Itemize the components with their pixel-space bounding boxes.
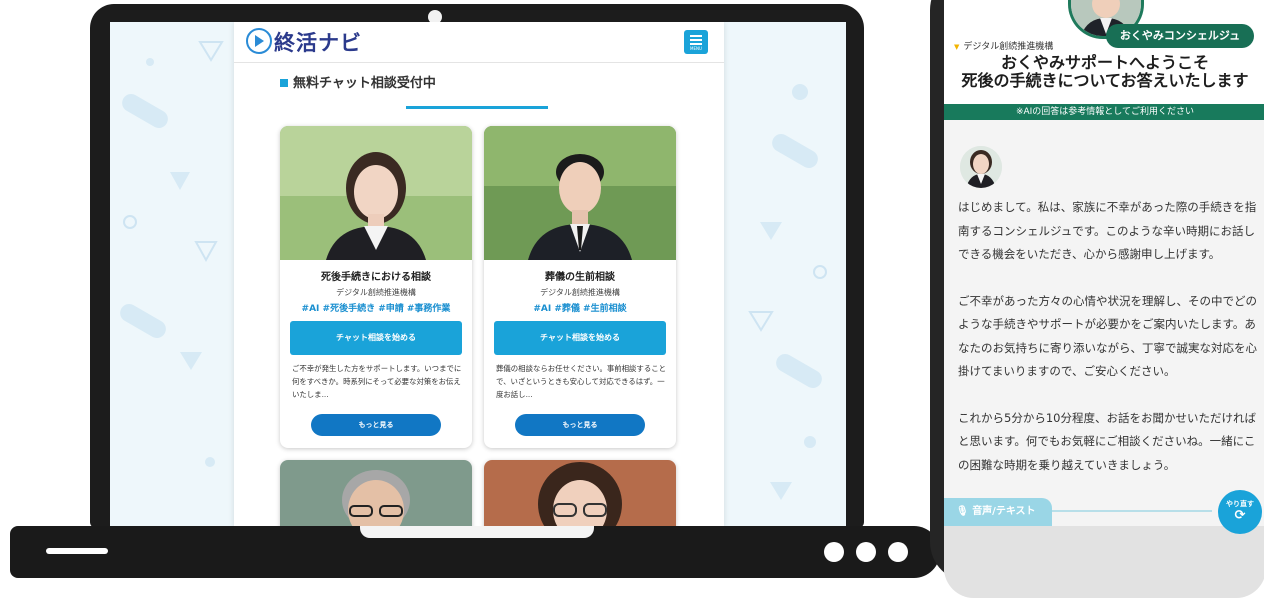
menu-label: MENU	[690, 46, 702, 51]
consultant-photo-woman-glasses	[484, 460, 676, 528]
laptop-light-bar	[46, 548, 108, 554]
phone-frame: おくやみコンシェルジュ デジタル創続推進機構 おくやみサポートへようこそ 死後の…	[930, 0, 1264, 598]
consultant-photo-man	[484, 126, 676, 260]
indicator-dot	[824, 542, 844, 562]
message-paragraph: はじめまして。私は、家族に不幸があった際の手続きを指南するコンシェルジュです。こ…	[958, 200, 1257, 261]
card-tags[interactable]: #AI #死後手続き #申請 #事務作業	[280, 301, 472, 314]
consultation-card-afterdeath: 死後手続きにおける相談 デジタル創続推進機構 #AI #死後手続き #申請 #事…	[280, 126, 472, 448]
consultation-card-partial[interactable]	[280, 460, 472, 528]
consultant-photo-woman	[280, 126, 472, 260]
redo-button[interactable]: やり直す ⟳	[1218, 490, 1262, 534]
welcome-line-2: 死後の手続きについてお答えいたします	[961, 71, 1249, 90]
laptop-frame: 終活ナビ MENU 無料チャット相談受付中 死後手続きにおける相談 デジタル創続…	[90, 4, 864, 528]
start-chat-button[interactable]: チャット相談を始める	[290, 321, 462, 355]
redo-label: やり直す	[1226, 500, 1254, 508]
card-title: 死後手続きにおける相談	[321, 272, 431, 283]
laptop-screen: 終活ナビ MENU 無料チャット相談受付中 死後手続きにおける相談 デジタル創続…	[110, 22, 846, 528]
more-button[interactable]: もっと見る	[515, 414, 645, 436]
consultation-card-partial[interactable]	[484, 460, 676, 528]
voice-text-label: 音声/テキスト	[972, 506, 1036, 517]
section-title: 無料チャット相談受付中	[280, 72, 436, 91]
message-paragraph: これから5分から10分程度、お話をお聞かせいただければと思います。何でもお気軽に…	[958, 410, 1256, 472]
laptop-notch	[360, 526, 594, 538]
site-logo[interactable]: 終活ナビ	[274, 27, 362, 57]
site-header: 終活ナビ MENU	[234, 22, 724, 63]
concierge-badge: おくやみコンシェルジュ	[1106, 24, 1254, 48]
logo-play-icon	[246, 28, 272, 54]
consultant-photo-older-man	[280, 460, 472, 528]
title-underline	[406, 106, 548, 109]
microphone-icon: 🎙	[956, 506, 969, 517]
card-org: デジタル創続推進機構	[336, 288, 416, 297]
phone-bottom-bar	[944, 526, 1264, 598]
menu-button[interactable]: MENU	[684, 30, 708, 54]
phone-screen: おくやみコンシェルジュ デジタル創続推進機構 おくやみサポートへようこそ 死後の…	[944, 0, 1264, 598]
message-paragraph: ご不幸があった方々の心情や状況を理解し、その中でどのような手続きやサポートが必要…	[958, 293, 1257, 379]
more-button[interactable]: もっと見る	[311, 414, 441, 436]
laptop-base	[10, 526, 940, 578]
card-description: ご不幸が発生した方をサポートします。いつまでに何をすべきか。時系列にそって必要な…	[292, 364, 462, 399]
indicator-dot	[888, 542, 908, 562]
website: 終活ナビ MENU 無料チャット相談受付中 死後手続きにおける相談 デジタル創続…	[234, 22, 724, 528]
consultation-card-funeral: 葬儀の生前相談 デジタル創続推進機構 #AI #葬儀 #生前相談 チャット相談を…	[484, 126, 676, 448]
card-org: デジタル創続推進機構	[540, 288, 620, 297]
chat-message: はじめまして。私は、家族に不幸があった際の手続きを指南するコンシェルジュです。こ…	[958, 196, 1258, 500]
input-divider	[1052, 510, 1212, 512]
welcome-line-1: おくやみサポートへようこそ	[1000, 53, 1209, 72]
indicator-dot	[856, 542, 876, 562]
ai-notice: ※AIの回答は参考情報としてご利用ください	[944, 104, 1264, 120]
phone-org: デジタル創続推進機構	[954, 39, 1053, 52]
concierge-avatar-small	[960, 146, 1002, 188]
voice-text-toggle[interactable]: 🎙 音声/テキスト	[944, 498, 1052, 526]
welcome-heading: おくやみサポートへようこそ 死後の手続きについてお答えいたします	[944, 54, 1264, 90]
card-tags[interactable]: #AI #葬儀 #生前相談	[484, 301, 676, 314]
refresh-icon: ⟳	[1234, 508, 1246, 523]
card-description: 葬儀の相談ならお任せください。事前相談することで、いざというときも安心して対応で…	[496, 364, 666, 399]
card-title: 葬儀の生前相談	[545, 272, 615, 283]
start-chat-button[interactable]: チャット相談を始める	[494, 321, 666, 355]
